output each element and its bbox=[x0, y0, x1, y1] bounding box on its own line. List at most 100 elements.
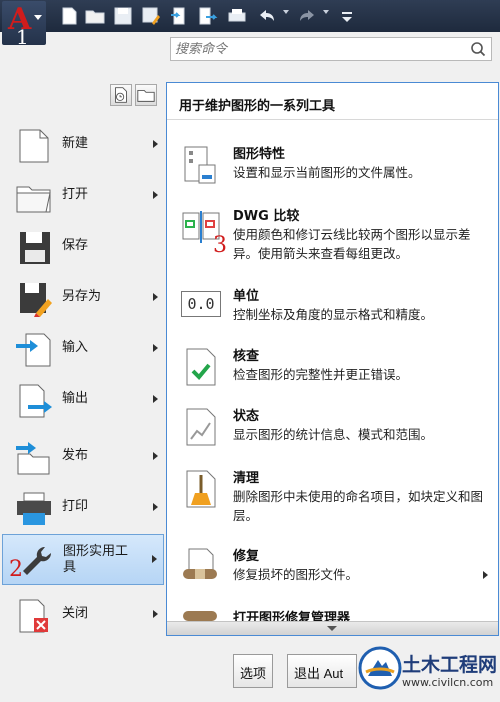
submenu-title: 用于维护图形的一系列工具 bbox=[179, 99, 336, 114]
submenu-item-description: 检查图形的完整性并更正错误。 bbox=[233, 367, 409, 382]
drawing-properties-icon bbox=[184, 146, 216, 184]
application-button[interactable]: A 1 bbox=[2, 1, 46, 49]
step-marker-1: 1 bbox=[16, 25, 29, 49]
menu-item-label: 图形实用工具 bbox=[63, 544, 129, 575]
customize-toolbar-icon[interactable] bbox=[336, 5, 358, 27]
menu-item-close[interactable]: 关闭 bbox=[2, 590, 164, 641]
submenu-item-drawing-properties[interactable]: 图形特性 设置和显示当前图形的文件属性。 bbox=[167, 143, 498, 193]
open-folder-icon bbox=[16, 186, 51, 213]
chevron-right-icon bbox=[153, 610, 158, 618]
units-icon: 0.0 bbox=[181, 291, 221, 317]
status-chart-icon bbox=[186, 408, 216, 446]
menu-item-new[interactable]: 新建 bbox=[2, 120, 164, 171]
chevron-right-icon bbox=[153, 503, 158, 511]
new-file-icon[interactable] bbox=[58, 5, 80, 27]
menu-item-label: 新建 bbox=[62, 136, 89, 151]
menu-item-save[interactable]: 保存 bbox=[2, 222, 164, 273]
redo-dropdown-icon[interactable] bbox=[323, 10, 329, 14]
submenu-item-dwg-compare[interactable]: 3 DWG 比较 使用颜色和修订云线比较两个图形以显示差异。使用箭头来查看每组更… bbox=[167, 205, 498, 265]
menu-item-drawing-utilities[interactable]: 2 图形实用工具 bbox=[2, 534, 164, 585]
close-file-icon bbox=[19, 599, 48, 633]
submenu-item-recover[interactable]: 修复 修复损坏的图形文件。 bbox=[167, 545, 498, 595]
submenu-item-title: 打开图形修复管理器 bbox=[233, 611, 351, 621]
chevron-right-icon bbox=[153, 395, 158, 403]
options-button[interactable]: 选项 bbox=[233, 654, 273, 688]
undo-dropdown-icon[interactable] bbox=[283, 10, 289, 14]
submenu-item-drawing-recovery-manager[interactable]: 打开图形修复管理器 bbox=[167, 607, 498, 621]
quick-access-toolbar bbox=[0, 0, 500, 32]
menu-item-save-as[interactable]: 另存为 bbox=[2, 273, 164, 324]
submenu-item-description: 使用颜色和修订云线比较两个图形以显示差异。使用箭头来查看每组更改。 bbox=[233, 227, 471, 261]
menu-item-label: 发布 bbox=[62, 448, 89, 463]
submenu-item-title: 修复 bbox=[233, 549, 260, 564]
submenu-item-title: 清理 bbox=[233, 471, 260, 486]
undo-icon[interactable] bbox=[256, 5, 278, 27]
submenu-item-description: 显示图形的统计信息、模式和范围。 bbox=[233, 427, 434, 442]
chevron-right-icon bbox=[153, 191, 158, 199]
step-marker-3: 3 bbox=[213, 233, 227, 258]
civilcn-logo-icon bbox=[358, 646, 402, 690]
menu-item-label: 关闭 bbox=[62, 606, 89, 621]
purge-broom-icon bbox=[186, 470, 216, 508]
import-icon bbox=[16, 333, 51, 367]
menu-item-label: 输入 bbox=[62, 340, 89, 355]
save-icon[interactable] bbox=[112, 5, 134, 27]
drawing-utilities-submenu: 用于维护图形的一系列工具 图形特性 设置和显示当前图形的文件属性。 3 DWG … bbox=[166, 82, 499, 636]
search-input[interactable] bbox=[175, 40, 465, 58]
menu-item-export[interactable]: 输出 bbox=[2, 375, 164, 426]
chevron-down-icon bbox=[327, 626, 337, 631]
export-icon[interactable] bbox=[196, 5, 218, 27]
menu-item-print[interactable]: 打印 bbox=[2, 483, 164, 534]
submenu-item-audit[interactable]: 核查 检查图形的完整性并更正错误。 bbox=[167, 345, 498, 395]
import-icon[interactable] bbox=[168, 5, 190, 27]
menu-item-label: 另存为 bbox=[62, 289, 102, 304]
save-icon bbox=[20, 232, 50, 264]
divider bbox=[167, 119, 498, 120]
watermark: 土木工程网 www.civilcn.com bbox=[356, 632, 500, 702]
submenu-item-description: 删除图形中未使用的命名项目，如块定义和图层。 bbox=[233, 489, 484, 523]
audit-check-icon bbox=[186, 348, 216, 386]
recent-documents-icon[interactable] bbox=[110, 84, 132, 106]
search-icon[interactable] bbox=[469, 40, 487, 58]
submenu-item-purge[interactable]: 清理 删除图形中未使用的命名项目，如块定义和图层。 bbox=[167, 467, 498, 527]
submenu-item-description: 修复损坏的图形文件。 bbox=[233, 567, 359, 582]
recover-bandage-icon bbox=[183, 548, 217, 579]
recovery-manager-icon bbox=[183, 611, 217, 621]
menu-item-open[interactable]: 打开 bbox=[2, 171, 164, 222]
menu-item-import[interactable]: 输入 bbox=[2, 324, 164, 375]
search-commands-box[interactable] bbox=[170, 37, 492, 61]
chevron-right-icon bbox=[153, 140, 158, 148]
open-folder-icon[interactable] bbox=[84, 5, 106, 27]
submenu-item-description: 设置和显示当前图形的文件属性。 bbox=[233, 165, 421, 180]
chevron-right-icon bbox=[483, 571, 488, 579]
watermark-title: 土木工程网 bbox=[402, 654, 498, 676]
new-file-icon bbox=[19, 129, 49, 163]
print-icon bbox=[17, 492, 51, 525]
menu-item-label: 打开 bbox=[62, 187, 89, 202]
chevron-right-icon bbox=[152, 555, 157, 563]
print-icon[interactable] bbox=[226, 5, 248, 27]
submenu-item-status[interactable]: 状态 显示图形的统计信息、模式和范围。 bbox=[167, 405, 498, 455]
chevron-right-icon bbox=[153, 293, 158, 301]
menu-item-label: 输出 bbox=[62, 391, 89, 406]
submenu-item-description: 控制坐标及角度的显示格式和精度。 bbox=[233, 307, 434, 322]
menu-item-label: 打印 bbox=[62, 499, 89, 514]
submenu-item-title: 状态 bbox=[233, 409, 260, 424]
submenu-item-units[interactable]: 0.0 单位 控制坐标及角度的显示格式和精度。 bbox=[167, 285, 498, 335]
save-as-icon[interactable] bbox=[140, 5, 162, 27]
exit-autocad-button[interactable]: 退出 Aut bbox=[287, 654, 357, 688]
chevron-down-icon bbox=[34, 15, 42, 20]
publish-icon bbox=[16, 442, 50, 475]
open-documents-icon[interactable] bbox=[135, 84, 157, 106]
submenu-item-title: 核查 bbox=[233, 349, 260, 364]
chevron-right-icon bbox=[153, 344, 158, 352]
redo-icon[interactable] bbox=[296, 5, 318, 27]
watermark-url: www.civilcn.com bbox=[402, 676, 494, 689]
menu-item-label: 保存 bbox=[62, 238, 89, 253]
submenu-item-title: 图形特性 bbox=[233, 147, 286, 162]
menu-item-publish[interactable]: 发布 bbox=[2, 432, 164, 483]
save-as-icon bbox=[20, 283, 52, 317]
chevron-right-icon bbox=[153, 452, 158, 460]
submenu-item-title: 单位 bbox=[233, 289, 260, 304]
submenu-item-title: DWG 比较 bbox=[233, 209, 300, 224]
